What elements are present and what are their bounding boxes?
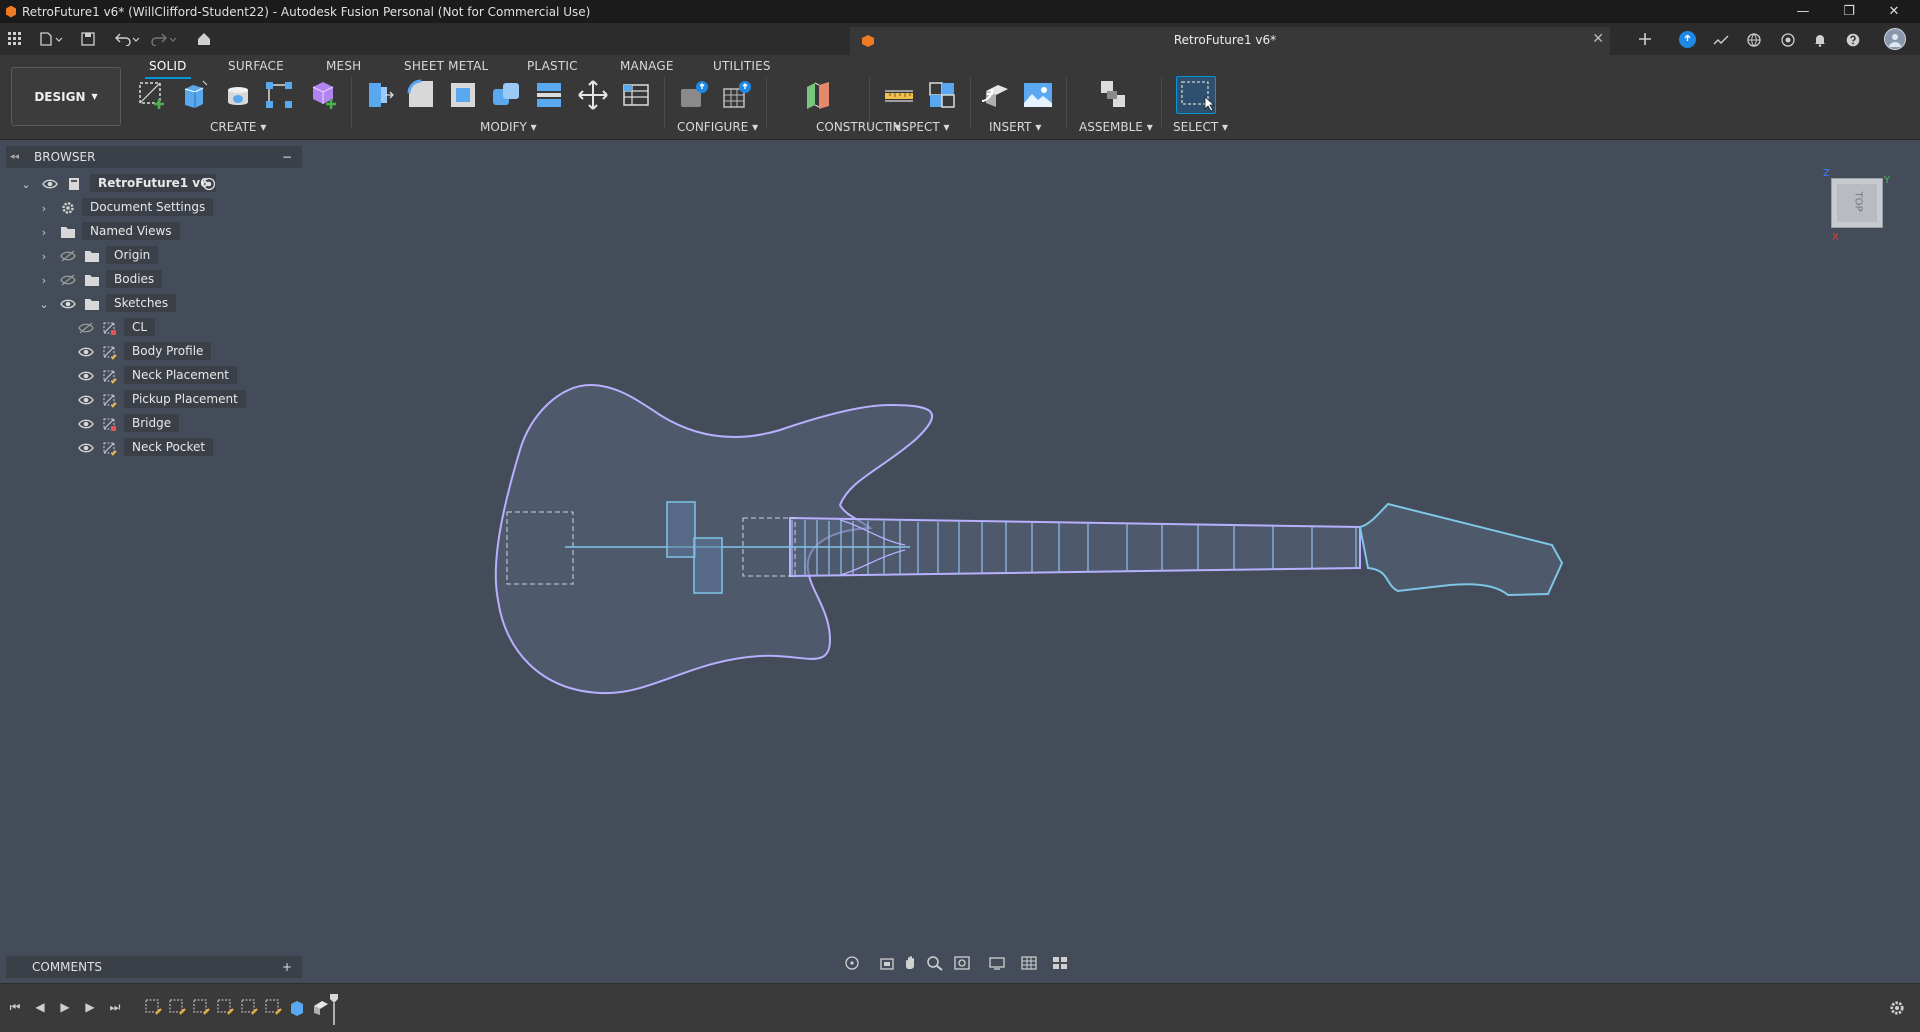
guitar-headstock[interactable] xyxy=(1358,502,1564,597)
comments-title: COMMENTS xyxy=(32,960,103,974)
look-at-icon[interactable] xyxy=(878,955,896,971)
play-icon[interactable]: ▶ xyxy=(58,1000,72,1014)
timeline-canvas-icon[interactable] xyxy=(312,998,330,1016)
timeline-sketch-icon[interactable] xyxy=(264,998,282,1016)
axis-z-label: Z xyxy=(1823,168,1830,179)
pan-hand-icon[interactable] xyxy=(901,955,919,971)
viewports-icon[interactable] xyxy=(1051,955,1069,971)
timeline-sketch-icon[interactable] xyxy=(192,998,210,1016)
step-back-icon[interactable]: ◀ xyxy=(33,1000,47,1014)
timeline-marker[interactable] xyxy=(329,993,339,1025)
orbit-icon[interactable] xyxy=(843,955,861,971)
viewport-canvas[interactable] xyxy=(0,0,1920,1032)
view-cube[interactable]: TOP xyxy=(1831,178,1883,228)
navigation-bar xyxy=(838,950,1088,976)
axis-y-label: Y xyxy=(1884,175,1891,186)
timeline-extrude-icon[interactable] xyxy=(288,998,306,1016)
comments-panel: COMMENTS + xyxy=(6,956,302,978)
axis-x-label: X xyxy=(1832,232,1839,243)
zoom-icon[interactable] xyxy=(926,955,944,971)
grid-settings-icon[interactable] xyxy=(1020,955,1038,971)
step-forward-icon[interactable]: ▶ xyxy=(83,1000,97,1014)
fit-view-icon[interactable] xyxy=(953,955,971,971)
timeline-settings-gear-icon[interactable] xyxy=(1889,1000,1905,1016)
go-to-end-icon[interactable]: ⏭ xyxy=(108,1000,122,1014)
pickup-2[interactable] xyxy=(693,537,723,594)
pickup-1[interactable] xyxy=(666,501,696,558)
view-cube-face-label: TOP xyxy=(1852,191,1864,212)
timeline-sketch-icon[interactable] xyxy=(168,998,186,1016)
go-to-start-icon[interactable]: ⏮ xyxy=(8,1000,22,1014)
add-comment-button[interactable]: + xyxy=(282,960,292,974)
display-settings-icon[interactable] xyxy=(988,955,1006,971)
timeline-sketch-icon[interactable] xyxy=(240,998,258,1016)
timeline-sketch-icon[interactable] xyxy=(216,998,234,1016)
timeline-sketch-icon[interactable] xyxy=(144,998,162,1016)
timeline-bar: ⏮ ◀ ▶ ▶ ⏭ xyxy=(0,983,1920,1032)
